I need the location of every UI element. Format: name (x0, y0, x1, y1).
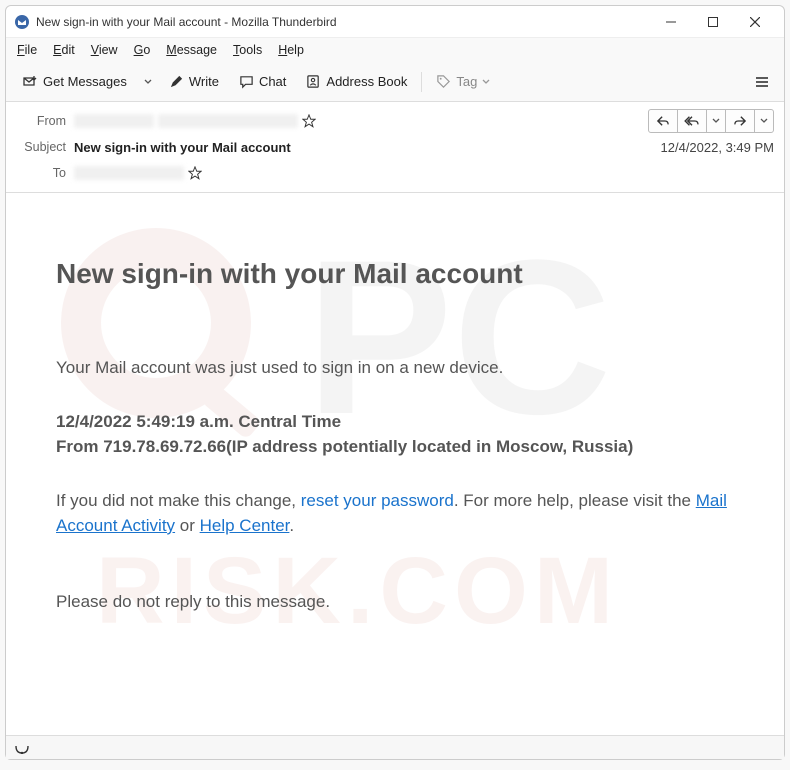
get-messages-button[interactable]: Get Messages (14, 70, 135, 94)
star-icon[interactable] (302, 114, 316, 128)
reply-button[interactable] (648, 109, 678, 133)
chat-icon (239, 74, 254, 89)
tag-label: Tag (456, 74, 477, 89)
or-text: or (175, 516, 200, 535)
message-pane: PC RISK.COM New sign-in with your Mail a… (6, 193, 784, 735)
address-book-icon (306, 74, 321, 89)
reply-all-dropdown[interactable] (706, 109, 726, 133)
pencil-icon (169, 74, 184, 89)
chevron-down-icon (482, 78, 490, 86)
tag-button[interactable]: Tag (428, 70, 498, 93)
window-title: New sign-in with your Mail account - Moz… (36, 15, 650, 29)
star-icon[interactable] (188, 166, 202, 180)
get-messages-dropdown[interactable] (139, 74, 157, 90)
minimize-button[interactable] (650, 6, 692, 38)
from-label: From (16, 114, 74, 128)
more-actions-dropdown[interactable] (754, 109, 774, 133)
from-name-redacted (74, 114, 154, 128)
from-email-redacted (158, 114, 298, 128)
menu-edit[interactable]: Edit (46, 41, 82, 59)
write-label: Write (189, 74, 219, 89)
to-label: To (16, 166, 74, 180)
chat-label: Chat (259, 74, 286, 89)
tag-icon (436, 74, 451, 89)
help-center-link[interactable]: Help Center (200, 516, 290, 535)
menu-tools[interactable]: Tools (226, 41, 269, 59)
maximize-button[interactable] (692, 6, 734, 38)
message-footer: Please do not reply to this message. (56, 589, 744, 615)
menu-go[interactable]: Go (127, 41, 158, 59)
message-headers: From (6, 102, 784, 193)
period: . (289, 516, 294, 535)
app-menu-button[interactable] (748, 70, 776, 94)
message-body: New sign-in with your Mail account Your … (6, 193, 784, 662)
menu-view[interactable]: View (84, 41, 125, 59)
forward-button[interactable] (725, 109, 755, 133)
toolbar-separator (421, 72, 422, 92)
header-from-row: From (16, 108, 774, 134)
date-value: 12/4/2022, 3:49 PM (653, 140, 774, 155)
message-timestamp: 12/4/2022 5:49:19 a.m. Central Time (56, 409, 744, 435)
message-heading: New sign-in with your Mail account (56, 253, 744, 295)
help-prefix: If you did not make this change, (56, 491, 301, 510)
address-book-label: Address Book (326, 74, 407, 89)
menubar: File Edit View Go Message Tools Help (6, 38, 784, 62)
help-mid: . For more help, please visit the (454, 491, 696, 510)
online-status-icon[interactable] (14, 742, 30, 754)
message-action-buttons (649, 109, 774, 133)
to-email-redacted (74, 166, 184, 180)
titlebar: New sign-in with your Mail account - Moz… (6, 6, 784, 38)
subject-label: Subject (16, 140, 74, 154)
header-subject-row: Subject New sign-in with your Mail accou… (16, 134, 774, 160)
message-help: If you did not make this change, reset y… (56, 488, 744, 539)
to-value (74, 166, 774, 180)
message-from-line: From 719.78.69.72.66(IP address potentia… (56, 434, 744, 460)
subject-value: New sign-in with your Mail account (74, 140, 653, 155)
get-messages-label: Get Messages (43, 74, 127, 89)
menu-help[interactable]: Help (271, 41, 311, 59)
message-intro: Your Mail account was just used to sign … (56, 355, 744, 381)
chat-button[interactable]: Chat (231, 70, 294, 93)
toolbar: Get Messages Write Chat Address Book (6, 62, 784, 102)
message-details: 12/4/2022 5:49:19 a.m. Central Time From… (56, 409, 744, 460)
menu-file[interactable]: File (10, 41, 44, 59)
download-icon (22, 74, 38, 90)
app-window: New sign-in with your Mail account - Moz… (5, 5, 785, 760)
reply-all-button[interactable] (677, 109, 707, 133)
write-button[interactable]: Write (161, 70, 227, 93)
close-button[interactable] (734, 6, 776, 38)
reset-password-link[interactable]: reset your password (301, 491, 454, 510)
header-to-row: To (16, 160, 774, 186)
window-controls (650, 6, 776, 38)
menu-message[interactable]: Message (159, 41, 224, 59)
from-value (74, 114, 649, 128)
statusbar (6, 735, 784, 759)
app-icon (14, 14, 30, 30)
address-book-button[interactable]: Address Book (298, 70, 415, 93)
